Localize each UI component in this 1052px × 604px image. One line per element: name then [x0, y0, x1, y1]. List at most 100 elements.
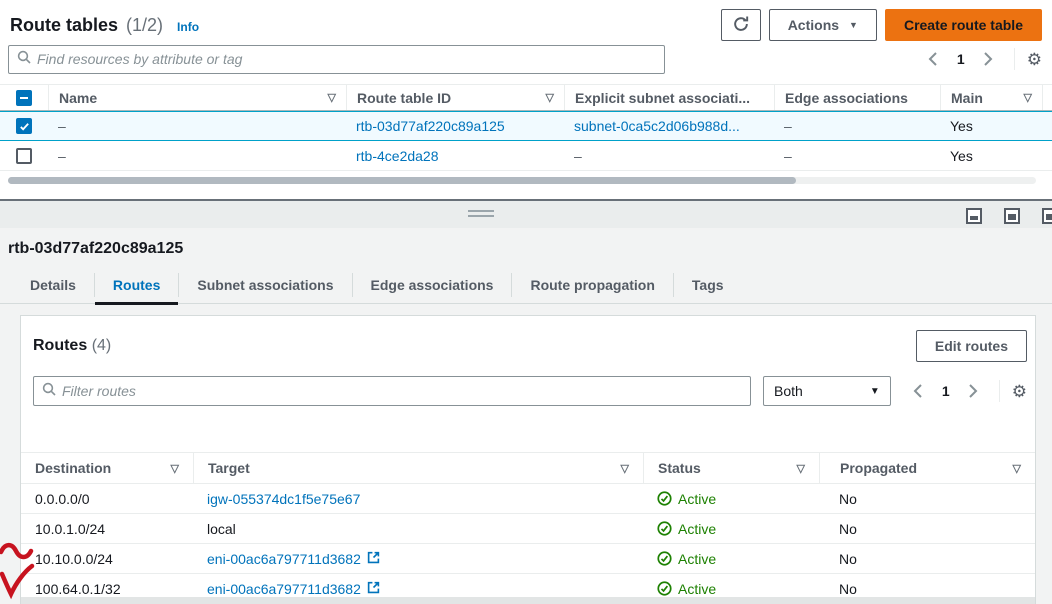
table-row[interactable]: – rtb-4ce2da28 – – Yes [0, 141, 1052, 171]
tab-details[interactable]: Details [12, 266, 94, 304]
status-active-icon [657, 491, 672, 506]
cell-propagated: No [819, 484, 1035, 513]
sort-icon: ▽ [171, 462, 179, 475]
routes-header-row: Destination ▽ Target ▽ Status ▽ Propagat… [21, 452, 1035, 484]
create-route-table-button[interactable]: Create route table [885, 9, 1042, 41]
next-page-button[interactable] [976, 46, 1002, 72]
column-header-status[interactable]: Status ▽ [643, 453, 819, 483]
page-title: Route tables [10, 15, 118, 36]
cell-destination: 0.0.0.0/0 [21, 484, 193, 513]
sort-icon: ▽ [1024, 91, 1032, 104]
scope-select[interactable]: Both ▼ [763, 376, 891, 406]
routes-filter[interactable] [33, 376, 751, 406]
prev-page-button[interactable] [920, 46, 946, 72]
preferences-gear-icon[interactable]: ⚙ [1027, 51, 1042, 68]
external-link-icon [367, 581, 380, 597]
route-row[interactable]: 10.0.1.0/24 local Active No [21, 514, 1035, 544]
pagination: 1 ⚙ [920, 46, 1042, 72]
cell-name: – [48, 141, 346, 170]
caret-down-icon: ▼ [849, 20, 858, 30]
filter-row: 1 ⚙ [8, 44, 1042, 74]
detail-tabs: Details Routes Subnet associations Edge … [0, 266, 1052, 304]
row-checkbox[interactable] [16, 118, 32, 134]
route-tables-console: Route tables (1/2) Info Actions ▼ Create… [0, 0, 1052, 604]
column-header-stub [1042, 85, 1052, 110]
cell-name: – [48, 112, 346, 140]
search-input[interactable] [37, 51, 656, 67]
column-header-target[interactable]: Target ▽ [193, 453, 643, 483]
route-row[interactable]: 10.10.0.0/24 eni-00ac6a797711d3682 Activ… [21, 544, 1035, 574]
column-header-name[interactable]: Name ▽ [48, 85, 346, 110]
tab-route-propagation[interactable]: Route propagation [512, 266, 672, 304]
next-page-button[interactable] [961, 378, 987, 404]
page-header: Route tables (1/2) Info Actions ▼ Create… [10, 8, 1042, 42]
status-badge: Active [657, 581, 716, 597]
info-link[interactable]: Info [177, 20, 199, 34]
route-row[interactable]: 0.0.0.0/0 igw-055374dc1f5e75e67 Active N… [21, 484, 1035, 514]
status-active-icon [657, 521, 672, 536]
actions-button[interactable]: Actions ▼ [769, 9, 877, 41]
routes-filter-input[interactable] [62, 383, 742, 399]
column-header-main[interactable]: Main ▽ [940, 85, 1042, 110]
tab-subnet-associations[interactable]: Subnet associations [179, 266, 351, 304]
column-header-propagated[interactable]: Propagated ▽ [819, 453, 1035, 483]
detail-panel: rtb-03d77af220c89a125 Details Routes Sub… [0, 228, 1052, 604]
status-active-icon [657, 551, 672, 566]
header-actions: Actions ▼ Create route table [721, 9, 1042, 41]
target-link[interactable]: eni-00ac6a797711d3682 [207, 551, 361, 567]
cell-propagated: No [819, 544, 1035, 573]
target-link[interactable]: eni-00ac6a797711d3682 [207, 581, 361, 597]
sort-icon: ▽ [546, 91, 554, 104]
select-all-checkbox[interactable] [16, 90, 32, 106]
cell-destination: 10.0.1.0/24 [21, 514, 193, 543]
search-icon [42, 382, 56, 401]
tab-edge-associations[interactable]: Edge associations [353, 266, 512, 304]
cell-target: local [193, 514, 643, 543]
tab-tags[interactable]: Tags [674, 266, 742, 304]
layout-bottom-large-icon[interactable] [1004, 208, 1020, 224]
horizontal-scrollbar-thumb[interactable] [8, 177, 796, 184]
panel-layout-controls [966, 208, 1052, 224]
page-number[interactable]: 1 [950, 51, 972, 67]
route-tables-table: Name ▽ Route table ID ▽ Explicit subnet … [0, 84, 1052, 171]
routes-filter-row: Both ▼ 1 ⚙ [21, 372, 1035, 406]
cell-edge: – [774, 141, 940, 170]
subnet-link[interactable]: subnet-0ca5c2d06b988d... [574, 118, 740, 134]
edit-routes-button[interactable]: Edit routes [916, 330, 1027, 362]
routes-card: Routes (4) Edit routes Both ▼ [20, 315, 1036, 604]
column-header-route-table-id[interactable]: Route table ID ▽ [346, 85, 564, 110]
row-checkbox[interactable] [16, 148, 32, 164]
route-table-id-link[interactable]: rtb-4ce2da28 [356, 148, 439, 164]
column-header-edge-associations[interactable]: Edge associations [774, 85, 940, 110]
preferences-gear-icon[interactable]: ⚙ [1012, 383, 1027, 400]
layout-side-icon[interactable] [1042, 208, 1052, 224]
cell-subnet: – [564, 141, 774, 170]
layout-bottom-small-icon[interactable] [966, 208, 982, 224]
refresh-button[interactable] [721, 9, 761, 41]
status-badge: Active [657, 551, 716, 567]
detail-title: rtb-03d77af220c89a125 [8, 240, 1052, 258]
prev-page-button[interactable] [905, 378, 931, 404]
cell-main: Yes [940, 112, 1042, 140]
column-header-destination[interactable]: Destination ▽ [21, 453, 193, 483]
sort-icon: ▽ [797, 462, 805, 475]
sort-icon: ▽ [621, 462, 629, 475]
resource-search[interactable] [8, 45, 665, 74]
actions-button-label: Actions [788, 17, 839, 33]
status-badge: Active [657, 521, 716, 537]
target-link[interactable]: igw-055374dc1f5e75e67 [207, 491, 360, 507]
cell-main: Yes [940, 141, 1042, 170]
divider [1014, 48, 1015, 70]
column-header-explicit-subnet[interactable]: Explicit subnet associati... [564, 85, 774, 110]
title-group: Route tables (1/2) Info [10, 15, 199, 36]
route-table-id-link[interactable]: rtb-03d77af220c89a125 [356, 118, 505, 134]
routes-title: Routes (4) [33, 337, 111, 355]
status-active-icon [657, 581, 672, 596]
routes-count: (4) [92, 337, 112, 354]
tab-routes[interactable]: Routes [95, 266, 178, 304]
table-row[interactable]: – rtb-03d77af220c89a125 subnet-0ca5c2d06… [0, 111, 1052, 141]
routes-horizontal-scrollbar[interactable] [21, 597, 1035, 604]
external-link-icon [367, 551, 380, 567]
resize-handle[interactable] [468, 210, 494, 220]
page-number[interactable]: 1 [935, 383, 957, 399]
